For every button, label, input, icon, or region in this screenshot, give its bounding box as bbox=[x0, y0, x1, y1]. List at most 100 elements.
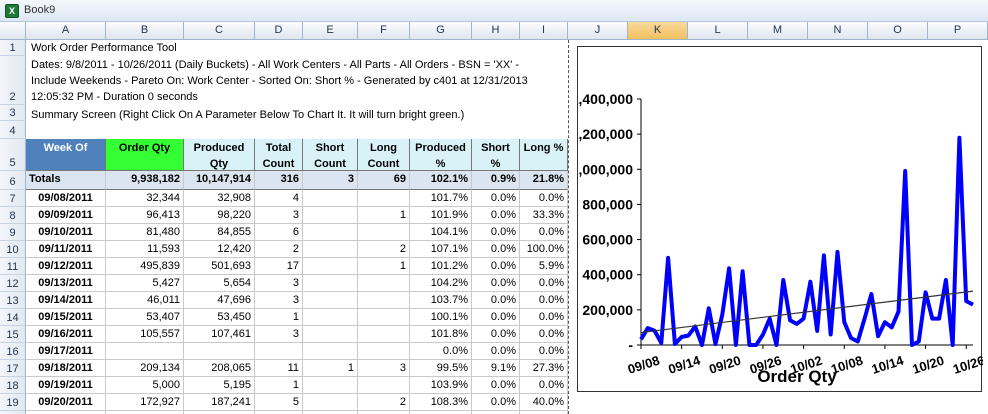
row-order-qty[interactable]: 53,407 bbox=[106, 309, 184, 326]
row-header-9[interactable]: 9 bbox=[0, 224, 26, 241]
row-short-pct[interactable]: 0.0% bbox=[472, 377, 520, 394]
totals-long-pct[interactable]: 21.8% bbox=[520, 171, 568, 190]
row-week-of[interactable]: 09/17/2011 bbox=[26, 343, 106, 360]
column-header-o[interactable]: O bbox=[868, 22, 928, 40]
header-produced-pct[interactable]: Produced % bbox=[410, 139, 472, 171]
row-total-count[interactable]: 3 bbox=[255, 326, 303, 343]
row-short-count[interactable] bbox=[303, 326, 358, 343]
row-week-of[interactable]: 09/12/2011 bbox=[26, 258, 106, 275]
row-order-qty[interactable]: 209,134 bbox=[106, 360, 184, 377]
row-long-pct[interactable]: 0.0% bbox=[520, 224, 568, 241]
row-short-count[interactable] bbox=[303, 207, 358, 224]
row-long-count[interactable]: 2 bbox=[358, 394, 410, 411]
row-produced-pct[interactable]: 108.3% bbox=[410, 394, 472, 411]
row-total-count[interactable]: 4 bbox=[255, 190, 303, 207]
row-produced-pct[interactable]: 99.5% bbox=[410, 360, 472, 377]
totals-week-of[interactable]: Totals bbox=[26, 171, 106, 190]
row-long-pct[interactable]: 0.0% bbox=[520, 292, 568, 309]
row-long-count[interactable]: 1 bbox=[358, 258, 410, 275]
row-short-count[interactable] bbox=[303, 241, 358, 258]
row-produced-pct[interactable]: 101.7% bbox=[410, 190, 472, 207]
row-order-qty[interactable]: 172,927 bbox=[106, 394, 184, 411]
select-all-corner[interactable] bbox=[0, 22, 26, 40]
row-long-count[interactable] bbox=[358, 326, 410, 343]
row-week-of[interactable]: 09/11/2011 bbox=[26, 241, 106, 258]
column-header-n[interactable]: N bbox=[808, 22, 868, 40]
row-long-count[interactable] bbox=[358, 275, 410, 292]
row-short-pct[interactable]: 0.0% bbox=[472, 292, 520, 309]
column-header-m[interactable]: M bbox=[748, 22, 808, 40]
column-header-a[interactable]: A bbox=[26, 22, 106, 40]
row-short-pct[interactable]: 9.1% bbox=[472, 360, 520, 377]
row-short-pct[interactable]: 0.0% bbox=[472, 224, 520, 241]
report-params-line-3[interactable]: 12:05:32 PM - Duration 0 seconds bbox=[31, 89, 198, 105]
row-total-count[interactable]: 11 bbox=[255, 360, 303, 377]
row-short-count[interactable]: 1 bbox=[303, 360, 358, 377]
row-header-1[interactable]: 1 bbox=[0, 40, 26, 56]
row-produced-pct[interactable]: 107.1% bbox=[410, 241, 472, 258]
row-order-qty[interactable]: 495,839 bbox=[106, 258, 184, 275]
row-produced-qty[interactable]: 53,450 bbox=[184, 309, 255, 326]
row-header-8[interactable]: 8 bbox=[0, 207, 26, 224]
row-produced-qty[interactable]: 187,241 bbox=[184, 394, 255, 411]
row-long-count[interactable] bbox=[358, 224, 410, 241]
row-total-count[interactable]: 3 bbox=[255, 292, 303, 309]
order-qty-chart[interactable]: - 200,000 400,000 600,000 800,000 1,000,000 1,… bbox=[577, 46, 983, 392]
row-produced-pct[interactable]: 103.9% bbox=[410, 377, 472, 394]
row-long-pct[interactable]: 0.0% bbox=[520, 377, 568, 394]
row-short-pct[interactable]: 0.0% bbox=[472, 326, 520, 343]
row-total-count[interactable]: 3 bbox=[255, 207, 303, 224]
row-header-14[interactable]: 14 bbox=[0, 309, 26, 326]
row-long-count[interactable] bbox=[358, 292, 410, 309]
row-short-count[interactable] bbox=[303, 343, 358, 360]
header-order-qty[interactable]: Order Qty bbox=[106, 139, 184, 171]
row-header-3[interactable]: 3 bbox=[0, 105, 26, 121]
row-total-count[interactable]: 1 bbox=[255, 377, 303, 394]
row-short-count[interactable] bbox=[303, 190, 358, 207]
row-week-of[interactable]: 09/09/2011 bbox=[26, 207, 106, 224]
row-produced-pct[interactable]: 101.9% bbox=[410, 207, 472, 224]
row-long-count[interactable] bbox=[358, 343, 410, 360]
column-header-k[interactable]: K bbox=[628, 22, 688, 40]
row-long-pct[interactable]: 0.0% bbox=[520, 275, 568, 292]
row-produced-qty[interactable]: 107,461 bbox=[184, 326, 255, 343]
row-produced-pct[interactable]: 0.0% bbox=[410, 343, 472, 360]
row-week-of[interactable]: 09/18/2011 bbox=[26, 360, 106, 377]
row-produced-qty[interactable]: 32,908 bbox=[184, 190, 255, 207]
totals-total-count[interactable]: 316 bbox=[255, 171, 303, 190]
row-order-qty[interactable]: 81,480 bbox=[106, 224, 184, 241]
totals-short-count[interactable]: 3 bbox=[303, 171, 358, 190]
row-produced-pct[interactable]: 100.1% bbox=[410, 309, 472, 326]
row-produced-qty[interactable]: 12,420 bbox=[184, 241, 255, 258]
row-produced-pct[interactable]: 101.2% bbox=[410, 258, 472, 275]
row-short-pct[interactable]: 0.0% bbox=[472, 190, 520, 207]
row-header-13[interactable]: 13 bbox=[0, 292, 26, 309]
row-long-count[interactable]: 3 bbox=[358, 360, 410, 377]
header-short-pct[interactable]: Short % bbox=[472, 139, 520, 171]
column-header-g[interactable]: G bbox=[410, 22, 472, 40]
header-week-of[interactable]: Week Of bbox=[26, 139, 106, 171]
row-long-count[interactable] bbox=[358, 377, 410, 394]
totals-produced-qty[interactable]: 10,147,914 bbox=[184, 171, 255, 190]
row-produced-qty[interactable]: 208,065 bbox=[184, 360, 255, 377]
row-long-count[interactable] bbox=[358, 190, 410, 207]
row-header-2[interactable]: 2 bbox=[0, 56, 26, 105]
row-total-count[interactable]: 1 bbox=[255, 309, 303, 326]
row-header-4[interactable]: 4 bbox=[0, 121, 26, 139]
row-long-count[interactable]: 2 bbox=[358, 241, 410, 258]
summary-instructions[interactable]: Summary Screen (Right Click On A Paramet… bbox=[31, 107, 464, 123]
column-header-h[interactable]: H bbox=[472, 22, 520, 40]
row-produced-qty[interactable] bbox=[184, 343, 255, 360]
row-week-of[interactable]: 09/08/2011 bbox=[26, 190, 106, 207]
row-long-pct[interactable]: 33.3% bbox=[520, 207, 568, 224]
row-total-count[interactable]: 2 bbox=[255, 241, 303, 258]
row-week-of[interactable]: 09/15/2011 bbox=[26, 309, 106, 326]
row-order-qty[interactable]: 46,011 bbox=[106, 292, 184, 309]
row-order-qty[interactable]: 5,000 bbox=[106, 377, 184, 394]
row-header-6[interactable]: 6 bbox=[0, 171, 26, 190]
header-short-count[interactable]: Short Count bbox=[303, 139, 358, 171]
report-title[interactable]: Work Order Performance Tool bbox=[31, 40, 177, 56]
row-total-count[interactable]: 5 bbox=[255, 394, 303, 411]
column-header-i[interactable]: I bbox=[520, 22, 568, 40]
row-header-19[interactable]: 19 bbox=[0, 394, 26, 411]
